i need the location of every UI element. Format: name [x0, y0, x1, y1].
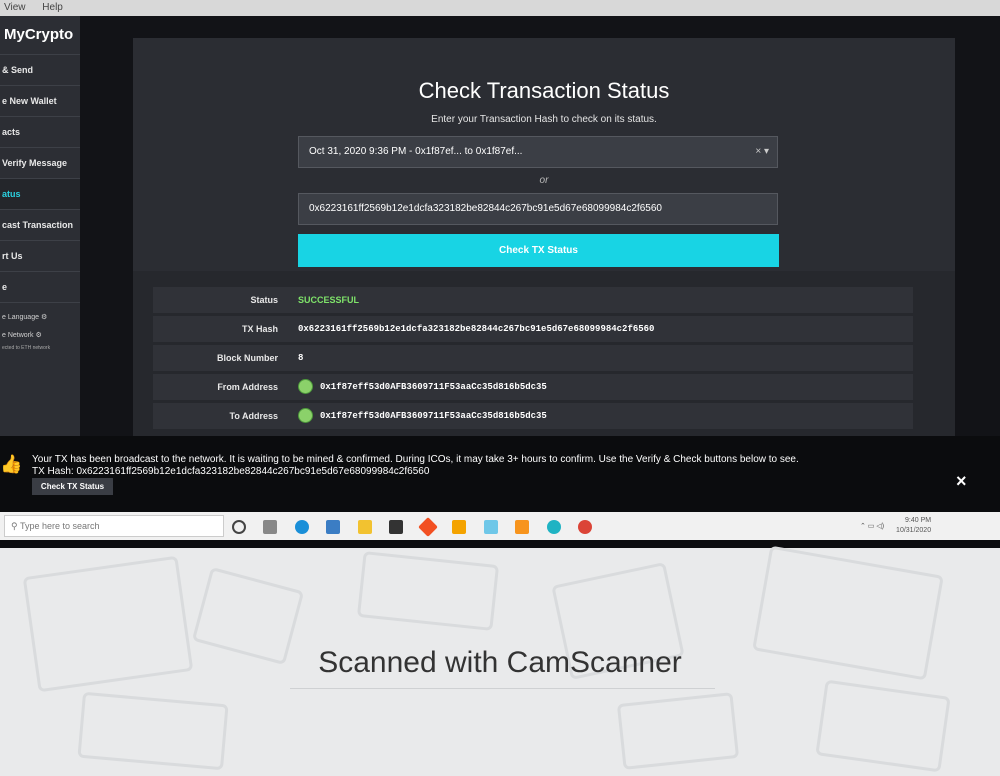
tx-details-panel: Status SUCCESSFUL TX Hash 0x6223161ff256… [133, 271, 955, 436]
sidebar-item-tx-status[interactable]: atus [0, 179, 80, 210]
brand-logo[interactable]: MyCrypto [0, 16, 80, 55]
menu-bar: View Help [0, 0, 1000, 16]
slack-icon[interactable] [483, 519, 498, 534]
sidebar-item-send[interactable]: & Send [0, 55, 80, 86]
clear-chevron-icon[interactable]: × ▾ [755, 137, 769, 167]
settings-icon: ⚙ [40, 314, 48, 321]
mail-icon[interactable] [326, 519, 341, 534]
settings-icon: ⚙ [35, 332, 42, 339]
change-language-link[interactable]: e Language ⚙ [0, 309, 80, 327]
detail-row-from: From Address 0x1f87eff53d0AFB3609711F53a… [153, 374, 913, 400]
broadcast-notification: 👍 Your TX has been broadcast to the netw… [0, 436, 1000, 512]
taskbar-search[interactable]: ⚲ Type here to search [4, 515, 224, 537]
watermark-text: Scanned with CamScanner [318, 646, 682, 679]
sidebar-item-contracts[interactable]: acts [0, 117, 80, 148]
clock-time: 9:40 PM [905, 517, 932, 524]
doodle-shape [77, 691, 229, 771]
txhash-value[interactable]: 0x6223161ff2569b12e1dcfa323182be82844c26… [298, 316, 654, 342]
notification-message: Your TX has been broadcast to the networ… [32, 454, 799, 465]
doodle-shape [616, 692, 740, 770]
from-label: From Address [217, 382, 278, 392]
language-label: e Language [2, 314, 39, 321]
monitor-photo: View Help MyCrypto & Send e New Wallet a… [0, 0, 1000, 548]
chrome-icon[interactable] [577, 519, 592, 534]
to-label: To Address [229, 411, 278, 421]
scanner-watermark-area: Scanned with CamScanner [0, 545, 1000, 776]
close-icon[interactable]: × [956, 471, 967, 492]
page-title: Check Transaction Status [418, 78, 670, 103]
identicon-icon [298, 379, 313, 395]
txhash-label: TX Hash [241, 324, 278, 334]
clock[interactable]: 9:40 PM 10/31/2020 [896, 516, 931, 536]
notification-tx-hash: TX Hash: 0x6223161ff2569b12e1dcfa323182b… [32, 466, 430, 477]
windows-taskbar: ⚲ Type here to search ⌃ ▭ ◁) 9:40 PM 10/3… [0, 512, 1000, 540]
sidebar-item-support[interactable]: rt Us [0, 241, 80, 272]
to-address[interactable]: 0x1f87eff53d0AFB3609711F53aaCc35d816b5dc… [298, 403, 547, 429]
sidebar-item-help[interactable]: e [0, 272, 80, 303]
to-address-value: 0x1f87eff53d0AFB3609711F53aaCc35d816b5dc… [320, 411, 547, 421]
status-label: Status [250, 295, 278, 305]
thumbs-up-icon: 👍 [0, 454, 23, 474]
explorer-icon[interactable] [357, 519, 372, 534]
detail-row-block: Block Number 8 [153, 345, 913, 371]
status-value: SUCCESSFUL [298, 295, 360, 305]
recent-tx-select[interactable]: Oct 31, 2020 9:36 PM - 0x1f87ef... to 0x… [298, 136, 778, 168]
select-value: Oct 31, 2020 9:36 PM - 0x1f87ef... to 0x… [309, 146, 523, 157]
edge-icon[interactable] [294, 519, 309, 534]
from-address-value: 0x1f87eff53d0AFB3609711F53aaCc35d816b5dc… [320, 382, 547, 392]
identicon-icon [298, 408, 313, 424]
block-label: Block Number [216, 353, 278, 363]
detail-row-to: To Address 0x1f87eff53d0AFB3609711F53aaC… [153, 403, 913, 429]
detail-row-txhash: TX Hash 0x6223161ff2569b12e1dcfa323182be… [153, 316, 913, 342]
task-view-icon[interactable] [263, 519, 278, 534]
doodle-shape [356, 551, 500, 631]
sublime-icon[interactable] [515, 519, 530, 534]
tx-hash-input[interactable]: 0x6223161ff2569b12e1dcfa323182be82844c26… [298, 193, 778, 225]
sidebar-item-sign-verify[interactable]: Verify Message [0, 148, 80, 179]
main-content: Check Transaction Status Enter your Tran… [80, 16, 1000, 436]
search-icon: ⚲ [11, 521, 18, 531]
taskbar-apps [232, 516, 605, 537]
notification-check-tx-button[interactable]: Check TX Status [32, 478, 113, 495]
detail-row-status: Status SUCCESSFUL [153, 287, 913, 313]
sidebar: MyCrypto & Send e New Wallet acts Verify… [0, 16, 81, 436]
app-icon[interactable] [417, 516, 438, 537]
menu-help[interactable]: Help [42, 2, 63, 13]
menu-view[interactable]: View [4, 2, 26, 13]
cortana-icon[interactable] [232, 519, 246, 534]
change-network-link[interactable]: e Network ⚙ [0, 327, 80, 345]
clock-date: 10/31/2020 [896, 527, 932, 534]
watermark-underline [290, 688, 715, 689]
store-icon[interactable] [389, 519, 404, 534]
tray-icons[interactable]: ⌃ ▭ ◁) [860, 523, 884, 530]
search-placeholder: Type here to search [19, 521, 100, 531]
network-label: e Network [2, 332, 34, 339]
check-tx-status-button[interactable]: Check TX Status [298, 234, 779, 267]
doodle-shape [815, 679, 951, 773]
from-address[interactable]: 0x1f87eff53d0AFB3609711F53aaCc35d816b5dc… [298, 374, 547, 400]
bolt-icon[interactable] [452, 519, 467, 534]
system-tray: ⌃ ▭ ◁) 9:40 PM 10/31/2020 [860, 516, 931, 536]
sidebar-item-broadcast[interactable]: cast Transaction [0, 210, 80, 241]
mycrypto-icon[interactable] [546, 519, 561, 534]
page-subtitle: Enter your Transaction Hash to check on … [431, 114, 657, 125]
sidebar-item-new-wallet[interactable]: e New Wallet [0, 86, 80, 117]
check-status-panel: Check Transaction Status Enter your Tran… [133, 38, 955, 272]
network-note: ected to ETH network [2, 345, 51, 351]
block-value[interactable]: 8 [298, 345, 303, 371]
or-divider: or [539, 175, 549, 186]
